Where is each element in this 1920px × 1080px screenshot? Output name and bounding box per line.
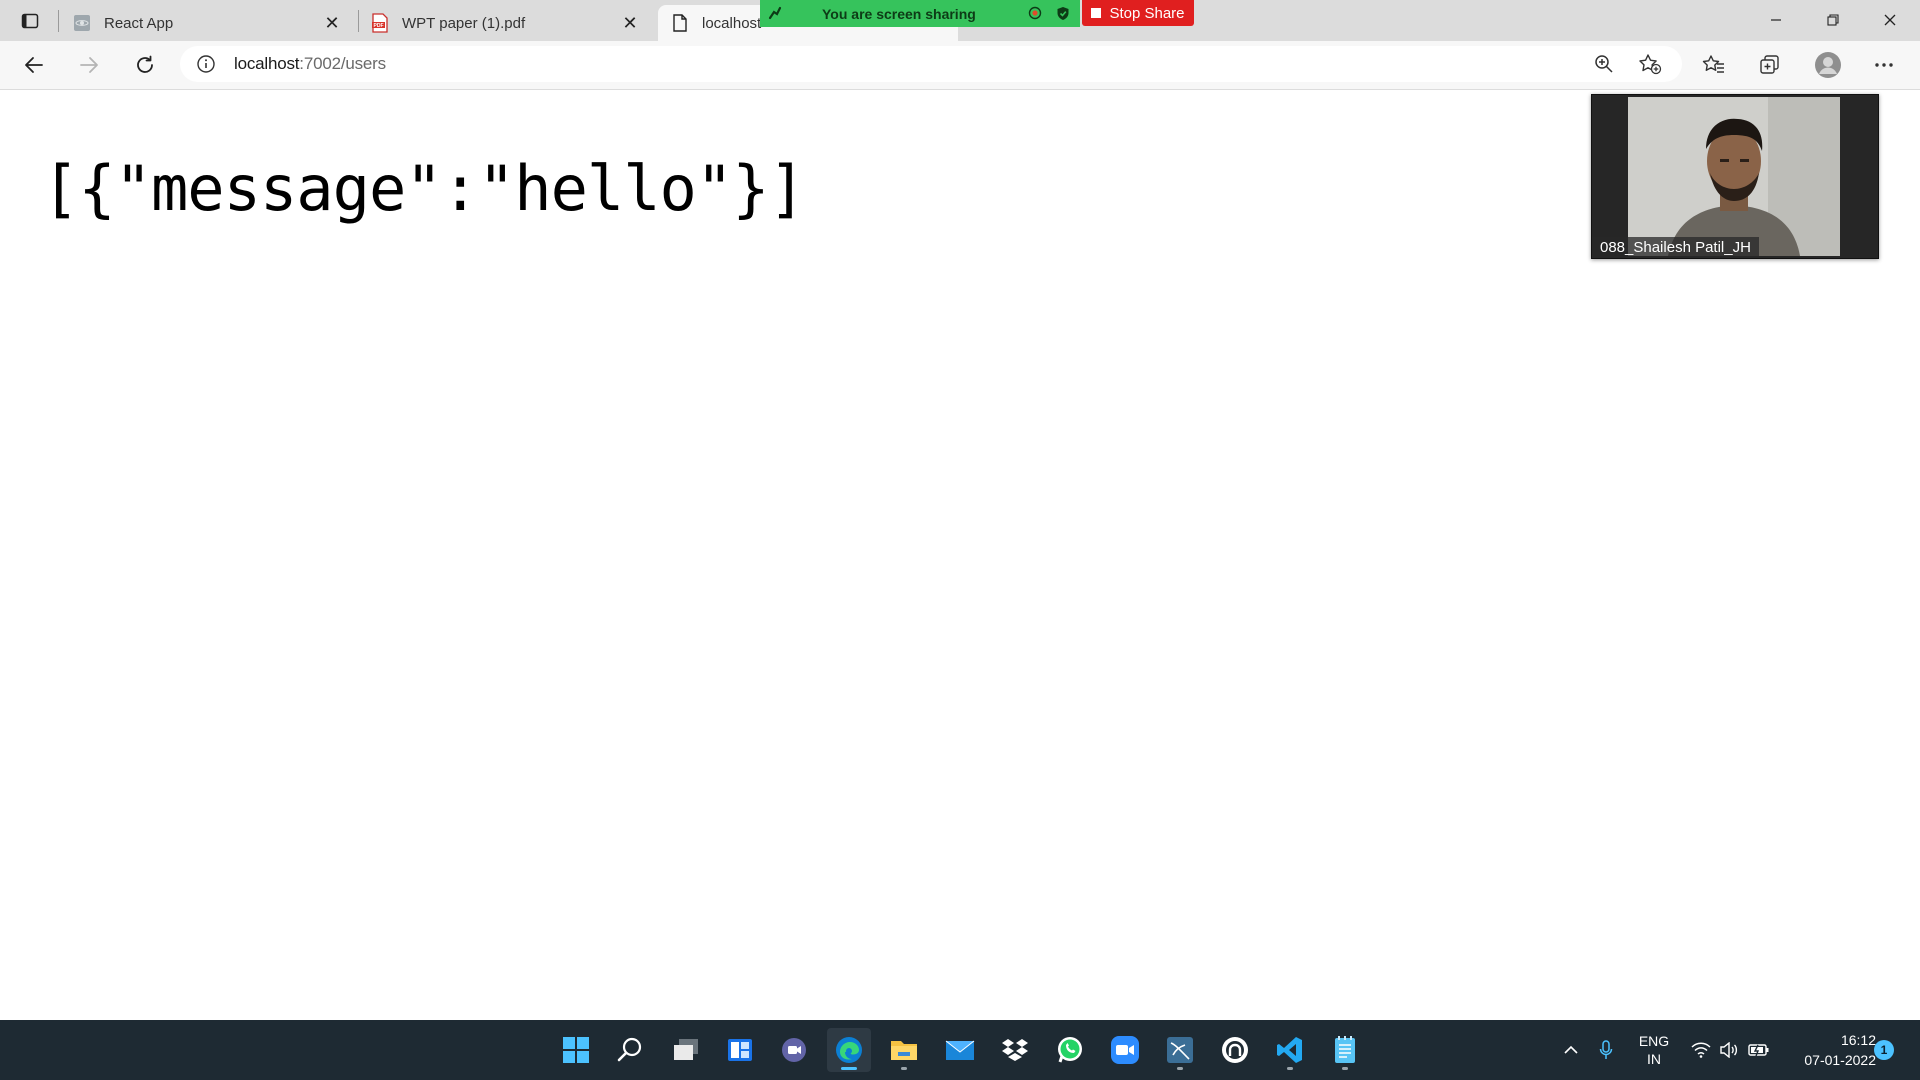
pdf-favicon-icon: PDF <box>370 13 390 33</box>
stop-share-label: Stop Share <box>1109 4 1185 22</box>
tab-wpt-paper-pdf[interactable]: PDF WPT paper (1).pdf ✕ <box>368 5 650 41</box>
close-window-icon[interactable] <box>1862 0 1918 40</box>
tab-react-app[interactable]: React App ✕ <box>70 5 352 41</box>
address-bar[interactable]: localhost:7002/users <box>180 46 1682 82</box>
language-region: IN <box>1647 1051 1661 1067</box>
minimize-window-icon[interactable] <box>1748 0 1804 40</box>
clock-date: 07-01-2022 <box>1804 1052 1876 1068</box>
svg-text:PDF: PDF <box>374 23 384 29</box>
tab-close-icon[interactable]: ✕ <box>320 11 344 35</box>
site-info-icon[interactable] <box>196 54 216 74</box>
zoom-icon[interactable] <box>1594 54 1614 74</box>
screen-sharing-text: You are screen sharing <box>822 5 976 22</box>
profile-avatar-icon[interactable] <box>1810 49 1846 81</box>
dropbox-icon[interactable] <box>993 1028 1037 1072</box>
task-view-icon[interactable] <box>664 1028 708 1072</box>
stop-square-icon <box>1091 8 1102 18</box>
url-host: localhost <box>234 54 300 73</box>
clock-time: 16:12 <box>1840 1032 1876 1048</box>
edge-browser-icon[interactable] <box>827 1028 871 1072</box>
forward-arrow-icon[interactable] <box>71 49 107 81</box>
participant-video <box>1628 97 1840 256</box>
mail-icon[interactable] <box>938 1028 982 1072</box>
add-favorite-icon[interactable] <box>1638 53 1662 75</box>
microphone-icon[interactable] <box>1592 1020 1620 1080</box>
tab-actions-icon[interactable] <box>18 9 42 33</box>
screen-sharing-banner: You are screen sharing <box>760 0 1080 27</box>
participant-person-image <box>1628 97 1840 256</box>
volume-icon[interactable] <box>1716 1020 1742 1080</box>
page-favicon-icon <box>670 13 690 33</box>
input-language-indicator[interactable]: ENG IN <box>1628 1020 1680 1080</box>
language-code: ENG <box>1638 1033 1670 1049</box>
restore-window-icon[interactable] <box>1805 0 1861 40</box>
running-app-indicator <box>1177 1067 1183 1070</box>
refresh-icon[interactable] <box>127 49 163 81</box>
zoom-app-icon[interactable] <box>1103 1028 1147 1072</box>
tab-title: WPT paper (1).pdf <box>402 14 526 32</box>
tab-title: React App <box>104 14 174 32</box>
browser-toolbar: localhost:7002/users <box>0 41 1920 90</box>
tab-close-icon[interactable]: ✕ <box>618 11 642 35</box>
search-icon[interactable] <box>608 1028 652 1072</box>
notification-count-badge[interactable]: 1 <box>1874 1040 1894 1060</box>
record-status-icon[interactable] <box>1028 6 1042 20</box>
running-app-indicator <box>1342 1067 1348 1070</box>
back-arrow-icon[interactable] <box>16 49 52 81</box>
wifi-icon[interactable] <box>1688 1020 1714 1080</box>
collections-icon[interactable] <box>1752 49 1788 81</box>
more-menu-icon[interactable] <box>1866 49 1902 81</box>
show-hidden-icons-chevron-up-icon[interactable] <box>1556 1020 1586 1080</box>
active-app-indicator <box>841 1067 857 1070</box>
mysql-workbench-icon[interactable] <box>1158 1028 1202 1072</box>
widgets-icon[interactable] <box>718 1028 762 1072</box>
running-app-indicator <box>1287 1067 1293 1070</box>
sharing-indicator-icon <box>768 6 782 20</box>
windows-taskbar: ENG IN 16:12 07-01-2022 <box>0 1020 1920 1080</box>
participant-name-label: 088_Shailesh Patil_JH <box>1592 237 1759 258</box>
security-shield-icon[interactable] <box>1056 6 1070 21</box>
favorites-icon[interactable] <box>1696 49 1732 81</box>
react-favicon-icon <box>72 13 92 33</box>
clock[interactable]: 16:12 07-01-2022 <box>1780 1020 1876 1080</box>
url-path: :7002/users <box>299 54 386 73</box>
tab-separator <box>358 10 359 32</box>
github-desktop-icon[interactable] <box>1213 1028 1257 1072</box>
notepad-icon[interactable] <box>1323 1028 1367 1072</box>
stop-share-button[interactable]: Stop Share <box>1082 0 1194 26</box>
whatsapp-icon[interactable] <box>1048 1028 1092 1072</box>
tab-strip: React App ✕ PDF WPT paper (1).pdf ✕ loca… <box>0 0 1920 41</box>
teams-chat-icon[interactable] <box>772 1028 816 1072</box>
json-response-text: [{"message":"hello"}] <box>42 152 806 225</box>
vscode-icon[interactable] <box>1268 1028 1312 1072</box>
tab-separator <box>58 10 59 32</box>
file-explorer-icon[interactable] <box>882 1028 926 1072</box>
running-app-indicator <box>901 1067 907 1070</box>
url-text[interactable]: localhost:7002/users <box>234 54 386 74</box>
start-menu-icon[interactable] <box>554 1028 598 1072</box>
battery-charging-icon[interactable] <box>1745 1020 1773 1080</box>
participant-video-tile[interactable]: 088_Shailesh Patil_JH <box>1591 94 1879 259</box>
